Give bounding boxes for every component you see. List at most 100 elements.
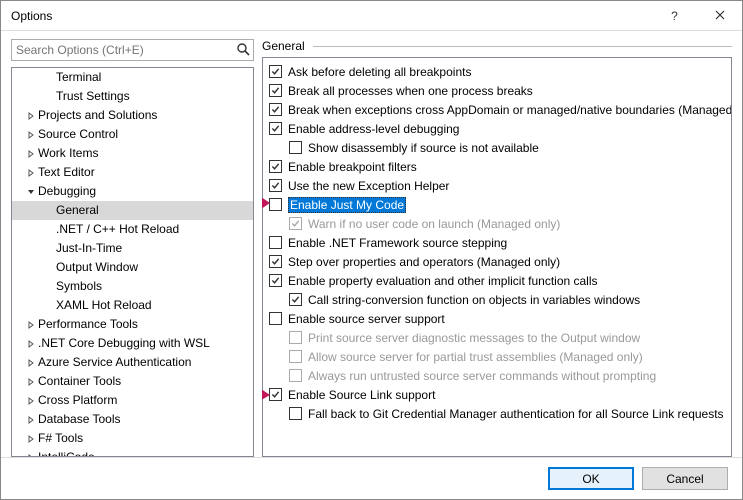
search-input[interactable] xyxy=(11,39,254,61)
checkbox[interactable] xyxy=(289,407,302,420)
checkbox[interactable] xyxy=(269,274,282,287)
tree-item[interactable]: Performance Tools xyxy=(12,315,253,334)
chevron-right-icon[interactable] xyxy=(26,416,36,424)
tree-item[interactable]: XAML Hot Reload xyxy=(12,296,253,315)
options-tree[interactable]: TerminalTrust SettingsProjects and Solut… xyxy=(11,67,254,457)
option-label: Use the new Exception Helper xyxy=(288,179,449,193)
tree-item-label: Performance Tools xyxy=(36,315,138,334)
help-icon: ? xyxy=(671,9,678,23)
option-label: Break when exceptions cross AppDomain or… xyxy=(288,103,732,117)
option-row: Enable source server support xyxy=(269,309,732,328)
tree-item[interactable]: .NET / C++ Hot Reload xyxy=(12,220,253,239)
option-label: Warn if no user code on launch (Managed … xyxy=(308,217,560,231)
option-row: Enable breakpoint filters xyxy=(269,157,732,176)
option-label: Ask before deleting all breakpoints xyxy=(288,65,471,79)
chevron-right-icon[interactable] xyxy=(26,435,36,443)
checkbox[interactable] xyxy=(269,198,282,211)
checkbox[interactable] xyxy=(289,141,302,154)
tree-item[interactable]: Trust Settings xyxy=(12,87,253,106)
chevron-down-icon[interactable] xyxy=(26,188,36,196)
left-panel: TerminalTrust SettingsProjects and Solut… xyxy=(11,39,254,457)
tree-item-label: IntelliCode xyxy=(36,448,95,457)
group-title: General xyxy=(262,39,305,53)
tree-item-label: Azure Service Authentication xyxy=(36,353,191,372)
checkbox xyxy=(289,350,302,363)
cancel-button[interactable]: Cancel xyxy=(642,467,728,490)
tree-item[interactable]: Container Tools xyxy=(12,372,253,391)
tree-item[interactable]: Just-In-Time xyxy=(12,239,253,258)
chevron-right-icon[interactable] xyxy=(26,169,36,177)
option-row: Warn if no user code on launch (Managed … xyxy=(269,214,732,233)
checkbox[interactable] xyxy=(269,103,282,116)
option-row: Break when exceptions cross AppDomain or… xyxy=(269,100,732,119)
chevron-right-icon[interactable] xyxy=(26,150,36,158)
checkbox[interactable] xyxy=(269,122,282,135)
chevron-right-icon[interactable] xyxy=(26,359,36,367)
titlebar: Options ? xyxy=(1,1,742,31)
checkbox[interactable] xyxy=(289,293,302,306)
checkbox[interactable] xyxy=(269,84,282,97)
tree-item-label: Projects and Solutions xyxy=(36,106,157,125)
options-scroll[interactable]: Ask before deleting all breakpoints Break… xyxy=(262,57,732,457)
tree-item-label: Database Tools xyxy=(36,410,121,429)
option-row: Always run untrusted source server comma… xyxy=(269,366,732,385)
tree-item[interactable]: Azure Service Authentication xyxy=(12,353,253,372)
chevron-right-icon[interactable] xyxy=(26,321,36,329)
tree-item[interactable]: F# Tools xyxy=(12,429,253,448)
right-panel: General Ask before deleting all breakpoi… xyxy=(262,39,732,457)
tree-item[interactable]: .NET Core Debugging with WSL xyxy=(12,334,253,353)
checkbox[interactable] xyxy=(269,388,282,401)
option-label: Allow source server for partial trust as… xyxy=(308,350,643,364)
tree-item[interactable]: Terminal xyxy=(12,68,253,87)
chevron-right-icon[interactable] xyxy=(26,378,36,386)
tree-item[interactable]: IntelliCode xyxy=(12,448,253,457)
tree-item[interactable]: Cross Platform xyxy=(12,391,253,410)
option-label: Enable address-level debugging xyxy=(288,122,459,136)
option-label: Enable Just My Code xyxy=(288,197,406,213)
tree-item[interactable]: Text Editor xyxy=(12,163,253,182)
chevron-right-icon[interactable] xyxy=(26,397,36,405)
tree-item[interactable]: Work Items xyxy=(12,144,253,163)
checkbox[interactable] xyxy=(269,65,282,78)
option-row: Print source server diagnostic messages … xyxy=(269,328,732,347)
checkbox xyxy=(289,217,302,230)
tree-item[interactable]: Debugging xyxy=(12,182,253,201)
checkbox[interactable] xyxy=(269,160,282,173)
tree-item[interactable]: Database Tools xyxy=(12,410,253,429)
chevron-right-icon[interactable] xyxy=(26,112,36,120)
ok-button[interactable]: OK xyxy=(548,467,634,490)
tree-item-label: F# Tools xyxy=(36,429,83,448)
group-header: General xyxy=(262,39,732,53)
tree-item[interactable]: General xyxy=(12,201,253,220)
option-row: Call string-conversion function on objec… xyxy=(269,290,732,309)
search-icon[interactable] xyxy=(236,42,250,56)
tree-item[interactable]: Output Window xyxy=(12,258,253,277)
close-button[interactable] xyxy=(697,1,742,31)
chevron-right-icon[interactable] xyxy=(26,131,36,139)
option-row: Enable address-level debugging xyxy=(269,119,732,138)
checkbox xyxy=(289,369,302,382)
checkbox[interactable] xyxy=(269,255,282,268)
help-button[interactable]: ? xyxy=(652,1,697,31)
option-label: Call string-conversion function on objec… xyxy=(308,293,640,307)
window-title: Options xyxy=(11,9,652,23)
option-row: Enable Just My Code xyxy=(269,195,732,214)
chevron-right-icon[interactable] xyxy=(26,340,36,348)
tree-item-label: .NET / C++ Hot Reload xyxy=(54,220,179,239)
checkbox[interactable] xyxy=(269,236,282,249)
tree-item-label: Work Items xyxy=(36,144,98,163)
option-label: Enable property evaluation and other imp… xyxy=(288,274,598,288)
tree-item[interactable]: Projects and Solutions xyxy=(12,106,253,125)
option-row: Enable property evaluation and other imp… xyxy=(269,271,732,290)
close-icon xyxy=(715,9,725,23)
tree-item[interactable]: Symbols xyxy=(12,277,253,296)
checkbox[interactable] xyxy=(269,179,282,192)
option-label: Enable source server support xyxy=(288,312,445,326)
tree-item-label: Symbols xyxy=(54,277,102,296)
tree-item[interactable]: Source Control xyxy=(12,125,253,144)
option-label: Fall back to Git Credential Manager auth… xyxy=(308,407,724,421)
tree-item-label: Trust Settings xyxy=(54,87,130,106)
option-row: Allow source server for partial trust as… xyxy=(269,347,732,366)
option-label: Print source server diagnostic messages … xyxy=(308,331,640,345)
checkbox[interactable] xyxy=(269,312,282,325)
